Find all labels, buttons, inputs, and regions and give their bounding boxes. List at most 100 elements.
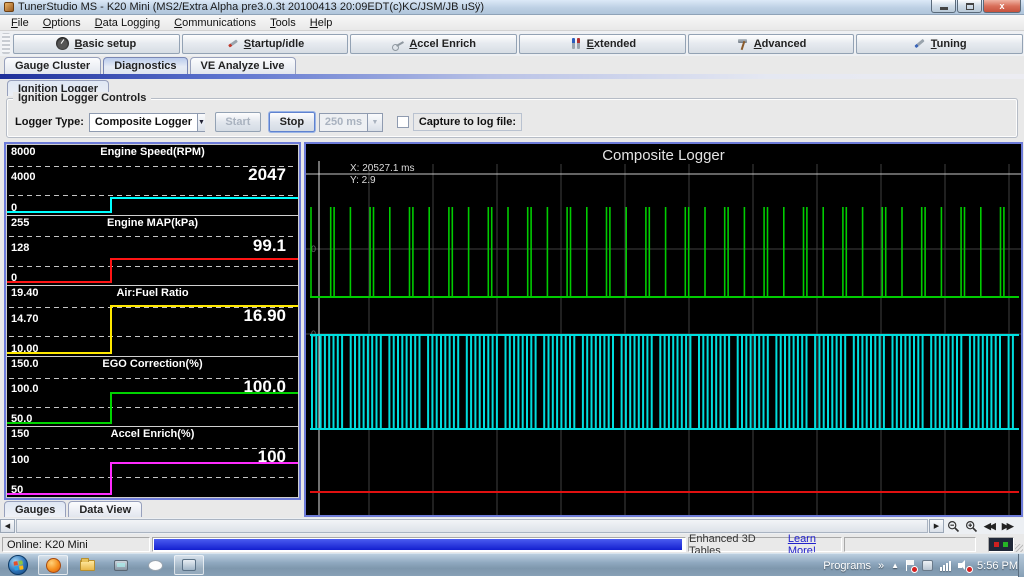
menu-options[interactable]: Options (36, 16, 88, 30)
trace-level (110, 258, 298, 260)
zoom-in-icon[interactable] (963, 519, 979, 533)
start-orb[interactable] (8, 555, 28, 575)
scale-mid-label: 100.0 (11, 383, 39, 395)
trace-baseline (7, 493, 110, 495)
logger-type-combo[interactable]: Composite Logger ▼ (89, 113, 205, 132)
programs-chevron-icon[interactable]: » (878, 560, 884, 572)
progress-fill (154, 539, 682, 550)
toolbar-button-advanced[interactable]: Advanced (688, 34, 855, 54)
program-box-icon[interactable] (922, 560, 933, 571)
interval-combo[interactable]: 250 ms ▼ (319, 113, 383, 132)
taskbar-button-computer[interactable] (106, 555, 136, 575)
toolbar-button-label: Basic setup (74, 38, 136, 50)
computer-icon (114, 560, 128, 571)
toolbar-button-extended[interactable]: Extended (519, 34, 686, 54)
tab-gauge-cluster[interactable]: Gauge Cluster (4, 57, 101, 74)
stop-button[interactable]: Stop (269, 112, 315, 132)
gauges-panel: Engine Speed(RPM)8000400002047Engine MAP… (4, 142, 301, 500)
toolbar-button-startup-idle[interactable]: Startup/idle (182, 34, 349, 54)
trace-baseline (7, 211, 110, 213)
taskbar-button-firefox[interactable] (38, 555, 68, 575)
chevron-down-icon[interactable]: ▼ (197, 114, 205, 131)
tab-ve-analyze-live[interactable]: VE Analyze Live (190, 57, 296, 74)
toolbar-button-label: Accel Enrich (409, 38, 476, 50)
gauge-accel-enrich-: Accel Enrich(%)15010050100 (6, 426, 299, 498)
desktop: TunerStudio MS - K20 Mini (MS2/Extra Alp… (0, 0, 1024, 576)
logger-type-value: Composite Logger (90, 116, 197, 128)
start-button[interactable]: Start (215, 112, 261, 132)
chart-scrollbar[interactable] (16, 519, 928, 533)
gauge-title: Air:Fuel Ratio (7, 287, 298, 299)
series-composite-signal (310, 335, 1019, 429)
main-toolbar: Basic setup Startup/idle Accel Enrich Exten… (0, 31, 1024, 56)
menu-communications[interactable]: Communications (167, 16, 263, 30)
scale-mid-label: 100 (11, 454, 29, 466)
svg-text:X: 20527.1 ms: X: 20527.1 ms (350, 163, 414, 174)
volume-muted-icon[interactable] (958, 560, 970, 571)
scale-max-label: 19.40 (11, 287, 39, 299)
toolbar-button-accel-enrich[interactable]: Accel Enrich (350, 34, 517, 54)
step-forward-icon[interactable]: ▶▶ (1002, 521, 1012, 532)
step-back-icon[interactable]: ◀◀ (984, 521, 994, 532)
maximize-button[interactable] (957, 0, 982, 13)
tab-diagnostics[interactable]: Diagnostics (103, 57, 187, 74)
online-status-text: Online: K20 Mini (7, 539, 88, 551)
tuning-wrench-icon (913, 37, 926, 50)
toolbar-button-basic-setup[interactable]: Basic setup (13, 34, 180, 54)
taskbar-button-tunerstudio[interactable] (174, 555, 204, 575)
rx-led (994, 542, 999, 547)
windows-taskbar: Programs » ▲ 5:56 PM (0, 553, 1024, 576)
close-button[interactable]: x (983, 0, 1021, 13)
comm-indicator (988, 537, 1014, 552)
show-desktop-button[interactable] (1018, 554, 1024, 577)
window-titlebar[interactable]: TunerStudio MS - K20 Mini (MS2/Extra Alp… (0, 0, 1024, 15)
clock[interactable]: 5:56 PM (977, 560, 1018, 572)
interval-value: 250 ms (320, 116, 367, 128)
composite-logger-chart[interactable]: X: 20527.1 msY: 2.900Composite Logger (304, 142, 1023, 517)
toolbar-button-tuning[interactable]: Tuning (856, 34, 1023, 54)
programs-label[interactable]: Programs (823, 560, 871, 572)
network-bars-icon[interactable] (940, 560, 951, 571)
menu-file[interactable]: File (4, 16, 36, 30)
maximize-icon (966, 3, 974, 10)
logger-type-label: Logger Type: (15, 116, 84, 128)
dashed-gridline (9, 336, 296, 337)
show-hidden-icons[interactable]: ▲ (891, 561, 899, 570)
minimize-button[interactable] (931, 0, 956, 13)
scroll-right-icon[interactable]: ▶ (929, 519, 944, 533)
firefox-icon (46, 558, 61, 573)
menu-data-logging[interactable]: Data Logging (88, 16, 167, 30)
toolbar-button-label: Advanced (754, 38, 807, 50)
action-center-flag-icon[interactable] (906, 560, 915, 571)
menu-tools[interactable]: Tools (263, 16, 303, 30)
scroll-left-icon[interactable]: ◀ (0, 519, 15, 533)
dashed-gridline (9, 378, 296, 379)
capture-checkbox[interactable] (397, 116, 409, 128)
progress-bar (152, 537, 686, 552)
tab-data-view[interactable]: Data View (68, 501, 142, 517)
svg-text:Composite Logger: Composite Logger (602, 147, 725, 164)
composite-logger-canvas[interactable]: X: 20527.1 msY: 2.900Composite Logger (306, 144, 1021, 515)
sub-tabs: Ignition Logger (0, 79, 1024, 96)
menu-help[interactable]: Help (303, 16, 340, 30)
resize-grip[interactable] (1015, 544, 1023, 552)
gauge-title: Engine MAP(kPa) (7, 217, 298, 229)
taskbar-button-explorer[interactable] (72, 555, 102, 575)
main-tabs: Gauge ClusterDiagnosticsVE Analyze Live (0, 56, 1024, 74)
trace-step (110, 462, 112, 495)
taskbar-button-messenger[interactable] (140, 555, 170, 575)
trace-step (110, 392, 112, 425)
zoom-out-icon[interactable] (945, 519, 961, 533)
trace-baseline (7, 352, 110, 354)
trace-level (110, 197, 298, 199)
key-icon (391, 37, 404, 50)
scale-mid-label: 128 (11, 242, 29, 254)
dashed-gridline (9, 166, 296, 167)
chevron-down-icon[interactable]: ▼ (367, 114, 382, 131)
dashed-gridline (9, 448, 296, 449)
toolbar-button-label: Extended (587, 38, 637, 50)
hammer-icon (736, 37, 749, 50)
ignition-logger-controls-group: Ignition Logger Controls Logger Type: Co… (6, 98, 1018, 138)
tab-gauges[interactable]: Gauges (4, 501, 66, 517)
toolbar-grip[interactable] (2, 33, 10, 54)
